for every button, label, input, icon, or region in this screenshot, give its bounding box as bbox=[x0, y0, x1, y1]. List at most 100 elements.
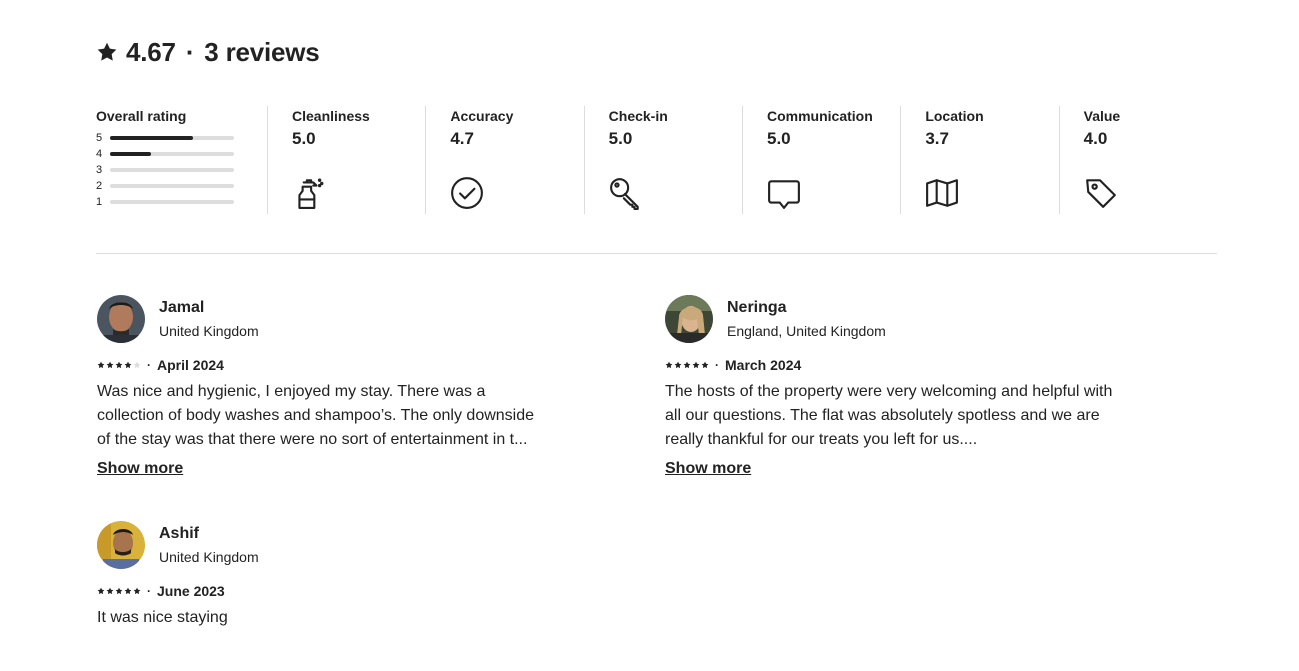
category-name: Location bbox=[925, 108, 984, 124]
star-filled-icon bbox=[674, 361, 682, 369]
reviewer-info: Ashif United Kingdom bbox=[97, 520, 557, 570]
reviewer-location: United Kingdom bbox=[159, 549, 259, 565]
avatar[interactable] bbox=[97, 521, 145, 569]
rating-bar-row: 5 bbox=[96, 130, 267, 146]
rating-bar-label: 2 bbox=[96, 180, 103, 192]
star-filled-icon bbox=[683, 361, 691, 369]
rating-summary-header: 4.67 · 3 reviews bbox=[96, 34, 320, 70]
rating-bar-row: 3 bbox=[96, 162, 267, 178]
category-name: Communication bbox=[766, 108, 873, 124]
separator-dot: · bbox=[147, 584, 151, 598]
overall-rating-distribution: Overall rating 5 4 3 2 1 bbox=[96, 106, 268, 214]
rating-bar-fill bbox=[110, 136, 194, 140]
rating-bar-track bbox=[110, 152, 234, 156]
star-icon bbox=[97, 42, 117, 61]
separator-dot: · bbox=[147, 358, 151, 372]
review-card: Jamal United Kingdom · April 2024 Was ni… bbox=[97, 294, 557, 478]
tag-icon bbox=[1085, 179, 1116, 208]
review-card: Ashif United Kingdom · June 2023 It was … bbox=[97, 520, 557, 630]
star-filled-icon bbox=[106, 361, 114, 369]
spray-bottle-icon bbox=[298, 178, 324, 209]
category-name: Accuracy bbox=[450, 108, 514, 124]
category-name: Value bbox=[1083, 108, 1121, 124]
reviewer-name: Jamal bbox=[159, 299, 205, 316]
category-score: 5.0 bbox=[608, 129, 633, 148]
category-value: Value 4.0 bbox=[1060, 106, 1217, 214]
reviewer-info: Jamal United Kingdom bbox=[97, 294, 557, 344]
chat-bubble-icon bbox=[768, 180, 800, 209]
star-filled-icon bbox=[97, 361, 105, 369]
review-text: The hosts of the property were very welc… bbox=[665, 383, 1113, 448]
category-communication: Communication 5.0 bbox=[743, 106, 902, 214]
review-meta: · April 2024 bbox=[97, 356, 557, 374]
reviewer-name: Ashif bbox=[159, 525, 199, 542]
show-more-link[interactable]: Show more bbox=[97, 460, 183, 478]
rating-bar-row: 2 bbox=[96, 178, 267, 194]
section-divider bbox=[96, 253, 1217, 254]
overall-rating-title: Overall rating bbox=[96, 108, 187, 124]
category-score: 3.7 bbox=[925, 129, 949, 148]
rating-bar-fill bbox=[110, 152, 151, 156]
reviewer-location: United Kingdom bbox=[159, 323, 259, 339]
rating-bar-label: 3 bbox=[96, 164, 103, 176]
star-filled-icon bbox=[106, 587, 114, 595]
category-cleanliness: Cleanliness 5.0 bbox=[268, 106, 427, 214]
review-stars bbox=[97, 361, 141, 369]
category-name: Cleanliness bbox=[292, 108, 370, 124]
rating-bar-track bbox=[110, 136, 234, 140]
reviewer-info: Neringa England, United Kingdom bbox=[665, 294, 1125, 344]
reviewer-details: Neringa England, United Kingdom bbox=[727, 299, 886, 339]
rating-bar-track bbox=[110, 200, 234, 204]
star-empty-icon bbox=[133, 361, 141, 369]
rating-bar-label: 5 bbox=[96, 132, 103, 144]
star-filled-icon bbox=[97, 587, 105, 595]
star-filled-icon bbox=[124, 361, 132, 369]
rating-bar-label: 4 bbox=[96, 148, 103, 160]
star-filled-icon bbox=[133, 587, 141, 595]
star-filled-icon bbox=[665, 361, 673, 369]
rating-bar-track bbox=[110, 168, 234, 172]
category-name: Check-in bbox=[608, 108, 668, 124]
separator-dot: · bbox=[185, 36, 195, 67]
avatar[interactable] bbox=[97, 295, 145, 343]
reviewer-name: Neringa bbox=[727, 299, 787, 316]
review-meta: · March 2024 bbox=[665, 356, 1125, 374]
review-date: June 2023 bbox=[157, 583, 225, 599]
category-score: 5.0 bbox=[292, 129, 316, 148]
star-filled-icon bbox=[115, 361, 123, 369]
review-stars bbox=[665, 361, 709, 369]
review-text: Was nice and hygienic, I enjoyed my stay… bbox=[97, 383, 535, 448]
separator-dot: · bbox=[715, 358, 719, 372]
review-date: March 2024 bbox=[725, 357, 802, 373]
overall-rating-value: 4.67 bbox=[126, 36, 176, 67]
review-card: Neringa England, United Kingdom · March … bbox=[665, 294, 1125, 478]
review-count: 3 reviews bbox=[204, 36, 320, 67]
category-location: Location 3.7 bbox=[901, 106, 1060, 214]
check-circle-icon bbox=[451, 177, 484, 209]
reviewer-details: Jamal United Kingdom bbox=[159, 299, 259, 339]
reviewer-location: England, United Kingdom bbox=[727, 323, 886, 339]
category-accuracy: Accuracy 4.7 bbox=[426, 106, 585, 214]
review-stars bbox=[97, 587, 141, 595]
category-score: 5.0 bbox=[766, 129, 791, 148]
map-icon bbox=[926, 179, 959, 207]
star-filled-icon bbox=[124, 587, 132, 595]
rating-bar-track bbox=[110, 184, 234, 188]
category-score: 4.0 bbox=[1083, 129, 1108, 148]
category-check-in: Check-in 5.0 bbox=[585, 106, 743, 214]
category-score: 4.7 bbox=[450, 129, 474, 148]
rating-bar-row: 4 bbox=[96, 146, 267, 162]
rating-bar-label: 1 bbox=[96, 196, 103, 208]
reviewer-details: Ashif United Kingdom bbox=[159, 525, 259, 565]
rating-bar-row: 1 bbox=[96, 194, 267, 210]
review-text: It was nice staying bbox=[97, 609, 228, 626]
avatar[interactable] bbox=[665, 295, 713, 343]
rating-bars: 5 4 3 2 1 bbox=[96, 130, 267, 210]
key-icon bbox=[609, 178, 639, 210]
star-filled-icon bbox=[115, 587, 123, 595]
show-more-link[interactable]: Show more bbox=[665, 460, 751, 478]
category-ratings: Overall rating 5 4 3 2 1 Cleanliness 5.0… bbox=[96, 106, 1217, 214]
review-meta: · June 2023 bbox=[97, 582, 557, 600]
star-filled-icon bbox=[692, 361, 700, 369]
star-filled-icon bbox=[701, 361, 709, 369]
